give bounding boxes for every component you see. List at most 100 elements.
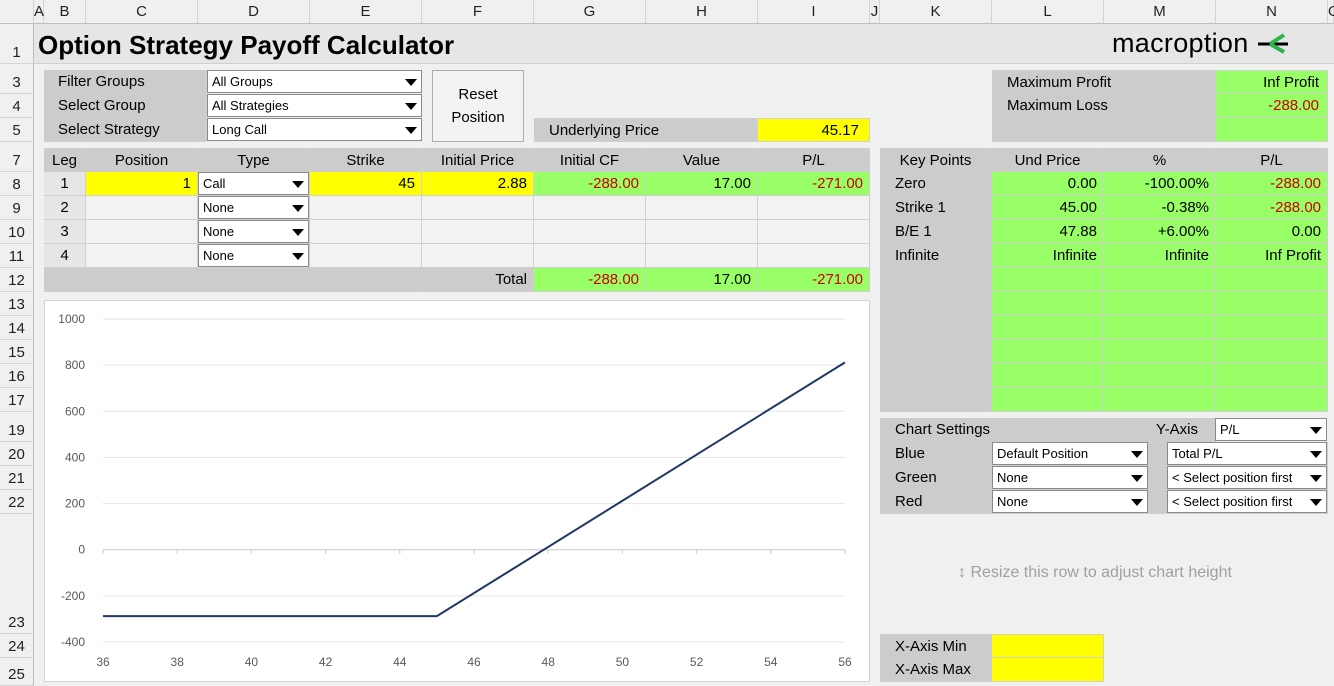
leg-price-input[interactable]: 2.88 [422,172,534,196]
column-header[interactable]: N [1216,0,1328,24]
leg-type-dropdown[interactable]: None [198,244,309,267]
row-header[interactable]: 10 [0,220,34,244]
row-header[interactable]: 22 [0,490,34,514]
row-header[interactable]: 24 [0,634,34,658]
chevron-down-icon[interactable] [1306,419,1326,440]
column-header[interactable]: F [422,0,534,24]
key-point-pl: -288.00 [1216,196,1328,220]
leg-number: 4 [44,244,86,268]
row-header[interactable]: 7 [0,142,34,172]
chevron-down-icon[interactable] [401,119,421,140]
leg-position-input[interactable] [86,220,198,244]
chevron-down-icon[interactable] [1306,491,1326,512]
underlying-price-input[interactable]: 45.17 [758,118,870,142]
underlying-price-label: Underlying Price [534,118,758,142]
row-header[interactable]: 9 [0,196,34,220]
chart-position-dropdown[interactable]: None [992,466,1148,489]
leg-strike-input[interactable] [310,196,422,220]
y-axis-dropdown[interactable]: P/L [1215,418,1327,441]
leg-price-input[interactable] [422,220,534,244]
chart-position-dropdown[interactable]: None [992,490,1148,513]
leg-strike-input[interactable]: 45 [310,172,422,196]
chevron-down-icon[interactable] [288,173,308,194]
chevron-down-icon[interactable] [401,71,421,92]
select-strategy-value: Long Call [212,122,267,137]
chart-series-dropdown[interactable]: < Select position first [1167,490,1327,513]
select-group-dropdown[interactable]: All Strategies [207,94,422,117]
chevron-down-icon[interactable] [288,197,308,218]
leg-type-dropdown[interactable]: Call [198,172,309,195]
chevron-down-icon[interactable] [1127,443,1147,464]
row-header[interactable]: 13 [0,292,34,316]
column-header[interactable]: O [1328,0,1334,24]
leg-initial-cf: -288.00 [534,172,646,196]
chevron-down-icon[interactable] [288,221,308,242]
chart-series-dropdown[interactable]: Total P/L [1167,442,1327,465]
chevron-down-icon[interactable] [1306,443,1326,464]
column-header[interactable]: E [310,0,422,24]
key-points-header: Key Points [880,148,992,172]
chart-position-dropdown[interactable]: Default Position [992,442,1148,465]
column-header[interactable]: L [992,0,1104,24]
chevron-down-icon[interactable] [288,245,308,266]
row-header[interactable]: 15 [0,340,34,364]
row-header[interactable]: 21 [0,466,34,490]
row-header[interactable]: 23 [0,514,34,634]
macroption-logo-icon [1258,33,1289,54]
row-header[interactable]: 25 [0,658,34,686]
row-header[interactable]: 3 [0,64,34,94]
column-header[interactable]: K [880,0,992,24]
payoff-chart-svg: 1000 800 600 400 200 0 -200 -400 36 38 40 42 44 46 48 5… [58,312,852,669]
filter-groups-dropdown[interactable]: All Groups [207,70,422,93]
row-header[interactable]: 11 [0,244,34,268]
row-header[interactable]: 5 [0,118,34,142]
x-tick-label: 46 [467,655,481,669]
payoff-chart[interactable]: 1000 800 600 400 200 0 -200 -400 36 38 40 42 44 46 48 5… [44,300,870,682]
chart-series-dropdown[interactable]: < Select position first [1167,466,1327,489]
leg-price-input[interactable] [422,244,534,268]
chart-series-dropdown-value: < Select position first [1172,470,1293,485]
key-point-empty [880,364,992,388]
leg-price-input[interactable] [422,196,534,220]
leg-position-input[interactable]: 1 [86,172,198,196]
row-header[interactable]: 8 [0,172,34,196]
chart-series-label: Blue [880,442,992,466]
leg-type-dropdown[interactable]: None [198,196,309,219]
leg-strike-input[interactable] [310,220,422,244]
column-header[interactable]: A [34,0,44,24]
leg-type-dropdown[interactable]: None [198,220,309,243]
row-header[interactable]: 12 [0,268,34,292]
column-header[interactable]: B [44,0,86,24]
leg-initial-cf [534,196,646,220]
legs-header: Type [198,148,310,172]
x-axis-min-input[interactable] [992,634,1104,658]
row-header[interactable]: 19 [0,412,34,442]
row-header[interactable]: 4 [0,94,34,118]
reset-position-button[interactable]: Reset Position [432,70,524,142]
select-strategy-dropdown[interactable]: Long Call [207,118,422,141]
key-point-empty [880,316,992,340]
leg-position-input[interactable] [86,196,198,220]
column-header[interactable]: M [1104,0,1216,24]
leg-type-dropdown-value: Call [203,176,226,191]
row-header[interactable]: 16 [0,364,34,388]
column-header[interactable]: H [646,0,758,24]
x-axis-max-input[interactable] [992,658,1104,682]
row-header[interactable]: 20 [0,442,34,466]
row-header[interactable]: 1 [0,24,34,64]
leg-strike-input[interactable] [310,244,422,268]
column-header[interactable]: G [534,0,646,24]
chevron-down-icon[interactable] [1127,467,1147,488]
leg-position-input[interactable] [86,244,198,268]
row-header[interactable]: 17 [0,388,34,412]
key-point-pl: Inf Profit [1216,244,1328,268]
column-header[interactable]: I [758,0,870,24]
select-all-corner[interactable] [0,0,34,24]
chevron-down-icon[interactable] [1127,491,1147,512]
column-header[interactable]: J [870,0,880,24]
chevron-down-icon[interactable] [1306,467,1326,488]
column-header[interactable]: D [198,0,310,24]
chevron-down-icon[interactable] [401,95,421,116]
row-header[interactable]: 14 [0,316,34,340]
column-header[interactable]: C [86,0,198,24]
